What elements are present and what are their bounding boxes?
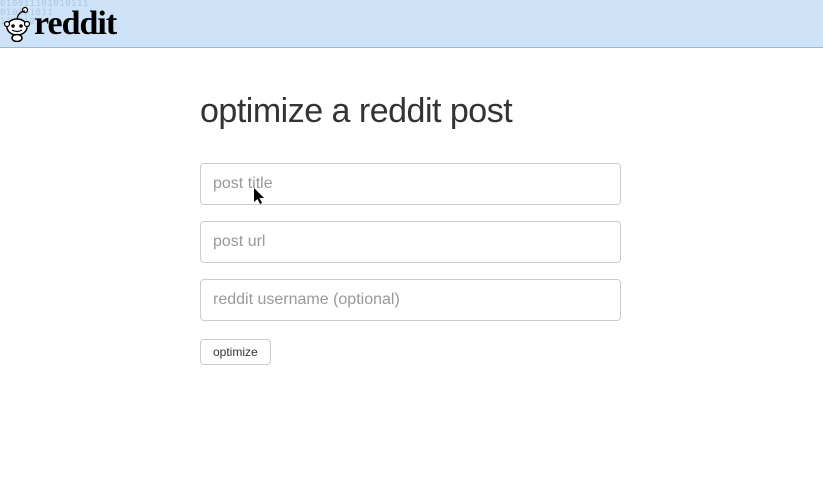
username-input[interactable]: [200, 279, 621, 321]
optimize-button[interactable]: optimize: [200, 339, 271, 365]
main-content: optimize a reddit post optimize: [200, 48, 621, 365]
post-url-input[interactable]: [200, 221, 621, 263]
page-title: optimize a reddit post: [200, 92, 512, 131]
logo[interactable]: reddit: [0, 5, 116, 43]
reddit-snoo-icon: [4, 6, 30, 42]
logo-text: reddit: [34, 5, 116, 43]
header-bar: 010011101010111 010101011 111010 reddit: [0, 0, 823, 48]
post-title-input[interactable]: [200, 163, 621, 205]
